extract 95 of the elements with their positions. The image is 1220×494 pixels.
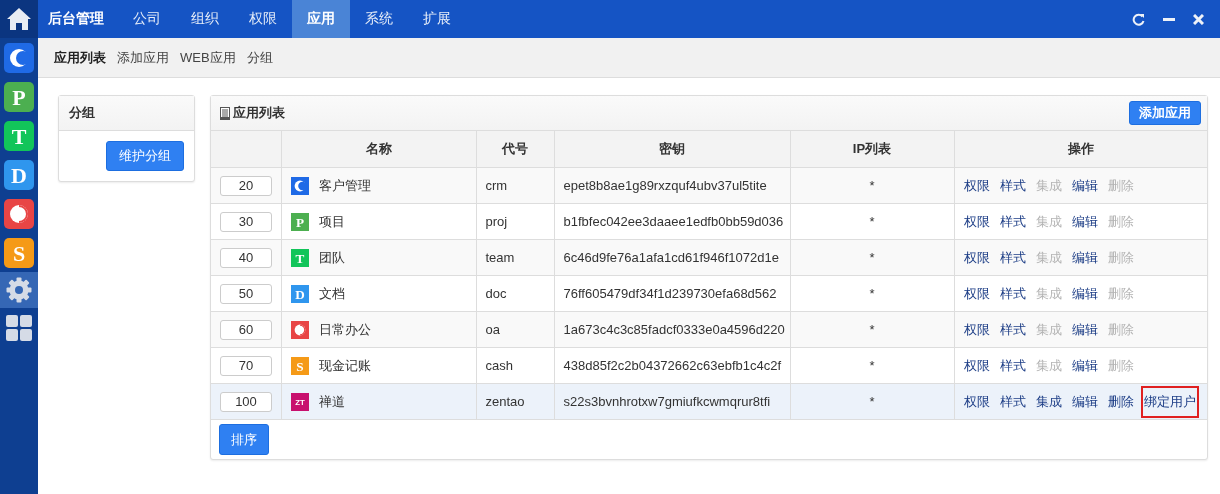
action-link[interactable]: 样式 — [996, 169, 1029, 202]
home-icon[interactable] — [6, 7, 32, 31]
action-link[interactable]: 编辑 — [1068, 349, 1101, 382]
letter-logo-icon: P — [290, 212, 309, 231]
app-name: 文档 — [318, 284, 345, 303]
add-app-button[interactable]: 添加应用 — [1129, 101, 1201, 125]
app-code: zentao — [485, 394, 525, 409]
app-secret-key: 6c46d9fe76a1afa1cd61f946f1072d1e — [563, 250, 779, 265]
app-code: proj — [485, 214, 508, 229]
action-link[interactable]: 权限 — [960, 169, 993, 202]
ip-list: * — [869, 358, 875, 373]
letter-logo-icon: T — [290, 248, 309, 267]
action-link[interactable]: 权限 — [960, 277, 993, 310]
nav-tab[interactable]: 权限 — [234, 0, 292, 38]
action-link[interactable]: 权限 — [960, 205, 993, 238]
nav-tab[interactable]: 系统 — [350, 0, 408, 38]
app-secret-key: b1fbfec042ee3daaee1edfb0bb59d036 — [563, 214, 784, 229]
column-header: IP列表 — [852, 141, 892, 156]
app-name: 项目 — [318, 212, 345, 231]
column-header: 代号 — [502, 141, 528, 156]
nav-tab[interactable]: 公司 — [118, 0, 176, 38]
ip-list: * — [869, 286, 875, 301]
app-name: 禅道 — [318, 392, 345, 411]
nav-tab[interactable]: 应用 — [292, 0, 350, 38]
action-link[interactable]: 编辑 — [1068, 313, 1101, 346]
action-link[interactable]: 样式 — [996, 385, 1029, 418]
refresh-icon[interactable] — [1132, 12, 1145, 26]
letter-logo-icon: D — [290, 284, 309, 303]
app-code: crm — [485, 178, 508, 193]
order-field[interactable]: 40 — [220, 247, 272, 268]
nav-tab[interactable]: 组织 — [176, 0, 234, 38]
subnav-link[interactable]: WEB应用 — [180, 48, 236, 67]
column-header: 操作 — [1067, 141, 1094, 156]
settings-icon[interactable] — [5, 276, 33, 304]
ip-list: * — [869, 214, 875, 229]
order-field[interactable]: 70 — [220, 355, 272, 376]
order-field[interactable]: 50 — [220, 283, 272, 304]
app-secret-key: 1a673c4c3c85fadcf0333e0a4596d220 — [563, 322, 785, 337]
letter-logo-icon: S — [290, 356, 309, 375]
action-link[interactable]: 集成 — [1032, 385, 1065, 418]
subnav-link[interactable]: 添加应用 — [117, 48, 169, 67]
action-link[interactable]: 编辑 — [1068, 205, 1101, 238]
action-link[interactable]: 编辑 — [1068, 169, 1101, 202]
app-name: 团队 — [318, 248, 345, 267]
action-link[interactable]: 权限 — [960, 241, 993, 274]
action-link[interactable]: 权限 — [960, 313, 993, 346]
action-link[interactable]: 绑定用户 — [1140, 385, 1199, 418]
grid-icon[interactable] — [5, 313, 33, 342]
ip-list: * — [869, 178, 875, 193]
app-code: cash — [485, 358, 513, 373]
column-header: 密钥 — [659, 141, 685, 156]
order-field[interactable]: 100 — [220, 391, 272, 412]
app-secret-key: s22s3bvnhrotxw7gmiufkcwmqrur8tfi — [563, 394, 771, 409]
panel-title: 应用列表 — [233, 104, 285, 122]
app-name: 客户管理 — [318, 176, 371, 195]
order-field[interactable]: 20 — [220, 175, 272, 196]
order-field[interactable]: 60 — [220, 319, 272, 340]
action-link[interactable]: 样式 — [996, 313, 1029, 346]
subnav-link[interactable]: 分组 — [246, 48, 273, 67]
ip-list: * — [869, 250, 875, 265]
close-icon[interactable] — [1193, 13, 1204, 25]
document-icon — [220, 106, 230, 120]
app-code: doc — [485, 286, 507, 301]
subnav-link[interactable]: 应用列表 — [54, 48, 106, 67]
action-link[interactable]: 删除 — [1104, 385, 1137, 418]
action-link[interactable]: 权限 — [960, 349, 993, 382]
half-circle-logo-icon — [290, 320, 309, 339]
action-link[interactable]: 权限 — [960, 385, 993, 418]
app-code: oa — [485, 322, 500, 337]
action-link[interactable]: 编辑 — [1068, 385, 1101, 418]
action-link[interactable]: 编辑 — [1068, 241, 1101, 274]
minimize-icon[interactable] — [1163, 17, 1175, 21]
nav-tab[interactable]: 扩展 — [408, 0, 466, 38]
action-link[interactable]: 样式 — [996, 205, 1029, 238]
action-link[interactable]: 样式 — [996, 241, 1029, 274]
sort-button[interactable]: 排序 — [219, 424, 269, 455]
app-secret-key: epet8b8ae1g89rxzquf4ubv37ul5tite — [563, 178, 767, 193]
app-title: 后台管理 — [47, 9, 105, 28]
order-field[interactable]: 30 — [220, 211, 272, 232]
crescent-logo-icon — [290, 176, 309, 195]
ip-list: * — [869, 322, 875, 337]
action-link[interactable]: 样式 — [996, 277, 1029, 310]
app-name: 现金记账 — [318, 356, 371, 375]
maintain-groups-button[interactable]: 维护分组 — [106, 141, 184, 171]
crescent-logo-icon[interactable] — [4, 42, 34, 73]
half-circle-logo-icon[interactable] — [4, 198, 34, 229]
ip-list: * — [869, 394, 875, 409]
app-code: team — [485, 250, 515, 265]
action-link[interactable]: 编辑 — [1068, 277, 1101, 310]
column-header: 名称 — [365, 141, 392, 156]
action-link[interactable]: 样式 — [996, 349, 1029, 382]
app-secret-key: 438d85f2c2b04372662c63ebfb1c4c2f — [563, 358, 782, 373]
app-secret-key: 76ff605479df34f1d239730efa68d562 — [563, 286, 777, 301]
panel-title: 分组 — [69, 104, 95, 122]
app-name: 日常办公 — [318, 320, 371, 339]
